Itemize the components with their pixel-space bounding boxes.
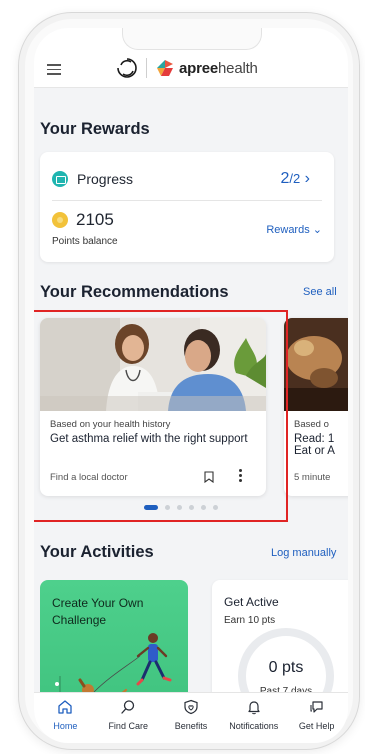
carousel-dot[interactable] xyxy=(213,505,218,510)
partner-logo-icon xyxy=(117,58,137,78)
carousel-dot-active[interactable] xyxy=(144,505,158,510)
carousel-dot[interactable] xyxy=(189,505,194,510)
nav-label: Home xyxy=(53,721,78,731)
divider xyxy=(52,200,322,201)
activity-points: 0 pts xyxy=(268,659,304,676)
recommendation-image xyxy=(284,318,348,411)
nav-label: Notifications xyxy=(229,721,279,731)
bottom-navigation: Home Find Care Benefits Notifications Ge… xyxy=(34,692,348,743)
nav-label: Benefits xyxy=(174,721,208,731)
rewards-dropdown-button[interactable]: Rewards ⌄ xyxy=(266,223,322,236)
apree-logo-icon xyxy=(157,60,173,76)
nav-item-notifications[interactable]: Notifications xyxy=(222,693,285,743)
recommendation-subtitle: Based o xyxy=(294,419,329,430)
nav-label: Find Care xyxy=(108,721,148,731)
carousel-indicator[interactable] xyxy=(144,505,225,510)
coin-icon xyxy=(52,212,68,228)
nav-item-find-care[interactable]: Find Care xyxy=(97,693,160,743)
nav-item-get-help[interactable]: Get Help xyxy=(285,693,348,743)
bell-icon xyxy=(248,701,260,715)
chevron-down-icon: ⌄ xyxy=(312,224,322,236)
nav-item-home[interactable]: Home xyxy=(34,693,97,743)
logo-divider xyxy=(146,58,147,78)
log-manually-link[interactable]: Log manually xyxy=(271,547,336,559)
shield-icon xyxy=(184,699,198,715)
see-all-link[interactable]: See all xyxy=(303,286,337,298)
highlight-box xyxy=(34,310,288,522)
chevron-right-icon: › xyxy=(304,170,310,187)
points-value: 2105 xyxy=(76,210,114,229)
get-active-subtitle: Earn 10 pts xyxy=(224,615,276,626)
menu-icon[interactable] xyxy=(47,64,61,75)
recommendation-body: Based o Read: 1 Eat or A xyxy=(294,419,348,457)
get-active-title: Get Active xyxy=(224,595,279,609)
points-row: 2105 xyxy=(52,210,114,230)
app-screen: apreehealth Your Rewards Progress 2/2 › … xyxy=(34,28,348,743)
activities-section-title: Your Activities xyxy=(40,543,154,561)
chat-icon xyxy=(310,701,323,713)
rewards-card: Progress 2/2 › 2105 Points balance Rewar… xyxy=(40,152,334,262)
rewards-section-title: Your Rewards xyxy=(40,120,150,138)
recommendation-title: Read: 1 Eat or A xyxy=(294,433,335,457)
progress-label: Progress xyxy=(77,171,134,187)
progress-value[interactable]: 2/2 › xyxy=(280,170,310,188)
progress-row[interactable]: Progress 2/2 › xyxy=(52,168,322,190)
logo-text: apreehealth xyxy=(179,59,258,77)
home-icon xyxy=(58,700,73,714)
nav-item-benefits[interactable]: Benefits xyxy=(160,693,223,743)
carousel-dot[interactable] xyxy=(177,505,182,510)
recommendation-card[interactable]: Based o Read: 1 Eat or A 5 minute xyxy=(284,318,348,496)
progress-icon xyxy=(52,171,68,187)
points-label: Points balance xyxy=(52,236,118,247)
carousel-dot[interactable] xyxy=(201,505,206,510)
app-logo: apreehealth xyxy=(116,56,258,80)
search-icon xyxy=(121,700,135,714)
nav-label: Get Help xyxy=(298,721,335,731)
recommendations-section-title: Your Recommendations xyxy=(40,283,229,301)
recommendation-footer: 5 minute xyxy=(294,472,331,483)
carousel-dot[interactable] xyxy=(165,505,170,510)
phone-notch xyxy=(122,28,262,50)
food-image xyxy=(284,318,348,411)
